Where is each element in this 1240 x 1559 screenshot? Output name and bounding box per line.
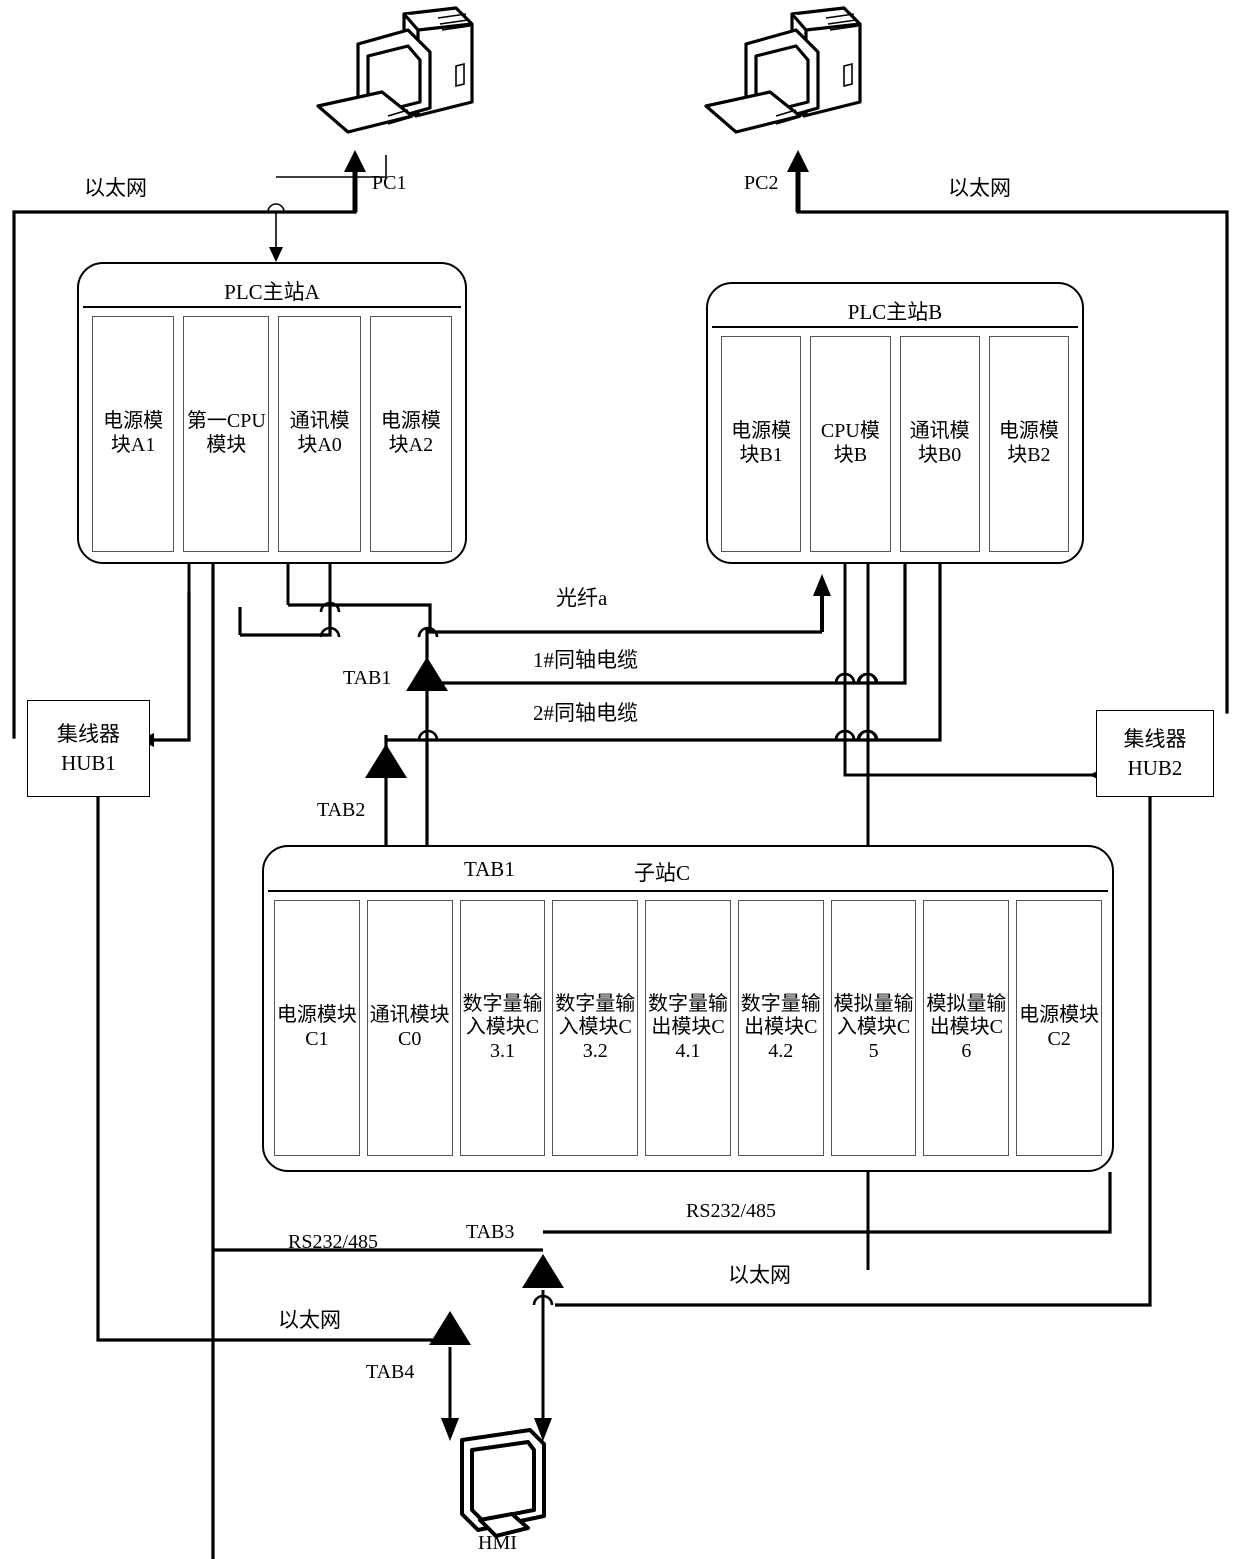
diagram-canvas: PC1 PC2 HMI 集线器 HUB1 集线器 HUB2 PLC主站A 电源模… [0, 0, 1240, 1559]
plc-a-title: PLC主站A [224, 280, 320, 304]
label-coax-1: 1#同轴电缆 [533, 648, 638, 672]
label-tab3: TAB3 [466, 1221, 515, 1243]
substation-c-tab-label: TAB1 [464, 857, 515, 881]
module-c1[interactable]: 电源模块C1 [274, 900, 360, 1156]
substation-c-rack[interactable]: TAB1 子站C 电源模块C1 通讯模块C0 数字量输入模块C3.1 数字量输入… [262, 845, 1114, 1172]
arrow-fiber-to-plcb [813, 574, 831, 632]
label-ethernet-bottom-left: 以太网 [278, 1308, 341, 1332]
tap-tab4-arrow [429, 1311, 471, 1345]
module-c0[interactable]: 通讯模块C0 [366, 900, 453, 1156]
module-c5[interactable]: 模拟量输入模块C5 [830, 900, 917, 1156]
label-ethernet-top-left: 以太网 [84, 176, 147, 200]
plc-a-divider [83, 306, 461, 308]
fiber-a-line [240, 603, 822, 637]
module-a1[interactable]: 电源模块A1 [92, 316, 175, 552]
coax2-line [386, 563, 942, 742]
module-c4-2[interactable]: 数字量输出模块C4.2 [737, 900, 824, 1156]
tap-tab1-arrow [406, 657, 448, 691]
pc1-label: PC1 [372, 172, 407, 194]
module-c3-1[interactable]: 数字量输入模块C3.1 [459, 900, 546, 1156]
pc1-icon [296, 4, 486, 157]
plc-b-divider [712, 326, 1078, 328]
plc-b-module-row: 电源模块B1 CPU模块B 通讯模块B0 电源模块B2 [721, 336, 1069, 552]
hmi-drops [448, 1290, 545, 1430]
hub2-line2: HUB2 [1127, 755, 1183, 780]
module-a-cpu[interactable]: 第一CPU模块 [183, 316, 270, 552]
label-rs232-485-right: RS232/485 [686, 1200, 777, 1222]
plc-master-b-rack[interactable]: PLC主站B 电源模块B1 CPU模块B 通讯模块B0 电源模块B2 [706, 282, 1084, 564]
label-ethernet-bottom-right: 以太网 [728, 1263, 791, 1287]
pc1-stub [276, 155, 387, 178]
arrowhead-plca-top [269, 247, 283, 262]
hub1-line1: 集线器 [57, 722, 120, 747]
label-tab1-mid: TAB1 [343, 667, 392, 689]
hmi-icon [440, 1424, 570, 1549]
plc-b-title: PLC主站B [847, 300, 943, 324]
arrow-to-pc2 [787, 150, 809, 212]
wiring-layer [12, 150, 1229, 1559]
hmi-label: HMI [478, 1532, 517, 1554]
substation-c-divider [268, 890, 1108, 892]
arrow-to-pc1 [344, 150, 366, 212]
module-a2[interactable]: 电源模块A2 [369, 316, 452, 552]
label-coax-2: 2#同轴电缆 [533, 701, 638, 725]
module-c4-1[interactable]: 数字量输出模块C4.1 [645, 900, 731, 1156]
label-tab2: TAB2 [317, 799, 366, 821]
module-b-cpu[interactable]: CPU模块B [810, 336, 891, 552]
hub2-box[interactable]: 集线器 HUB2 [1096, 710, 1214, 797]
module-b0[interactable]: 通讯模块B0 [899, 336, 980, 552]
substation-c-title: 子站C [634, 861, 691, 885]
label-fiber-a: 光纤a [556, 586, 608, 610]
subc-rs232-right [543, 1172, 1112, 1234]
hub1-box[interactable]: 集线器 HUB1 [27, 700, 150, 797]
pc2-icon [684, 4, 874, 157]
label-tab4: TAB4 [366, 1361, 415, 1383]
plc-a-module-row: 电源模块A1 第一CPU模块 通讯模块A0 电源模块A2 [92, 316, 452, 552]
module-c6[interactable]: 模拟量输出模块C6 [923, 900, 1010, 1156]
module-c2[interactable]: 电源模块C2 [1016, 900, 1103, 1156]
tap-tab3-arrow [522, 1254, 564, 1288]
label-ethernet-top-right: 以太网 [948, 176, 1011, 200]
label-rs232-485-left: RS232/485 [288, 1231, 379, 1253]
hub1-line2: HUB1 [61, 750, 116, 775]
wire-hops-fiber [319, 601, 439, 638]
coax1-line [427, 563, 907, 685]
module-a0[interactable]: 通讯模块A0 [278, 316, 361, 552]
module-c3-2[interactable]: 数字量输入模块C3.2 [552, 900, 639, 1156]
tap-tab2-arrow [365, 744, 407, 778]
plc-master-a-rack[interactable]: PLC主站A 电源模块A1 第一CPU模块 通讯模块A0 电源模块A2 [77, 262, 467, 564]
pc2-label: PC2 [744, 172, 779, 194]
plca-to-hub1 [150, 592, 191, 742]
module-b2[interactable]: 电源模块B2 [988, 336, 1069, 552]
substation-c-module-row: 电源模块C1 通讯模块C0 数字量输入模块C3.1 数字量输入模块C3.2 数字… [274, 900, 1103, 1156]
module-b1[interactable]: 电源模块B1 [721, 336, 802, 552]
hub2-line1: 集线器 [1123, 727, 1187, 752]
